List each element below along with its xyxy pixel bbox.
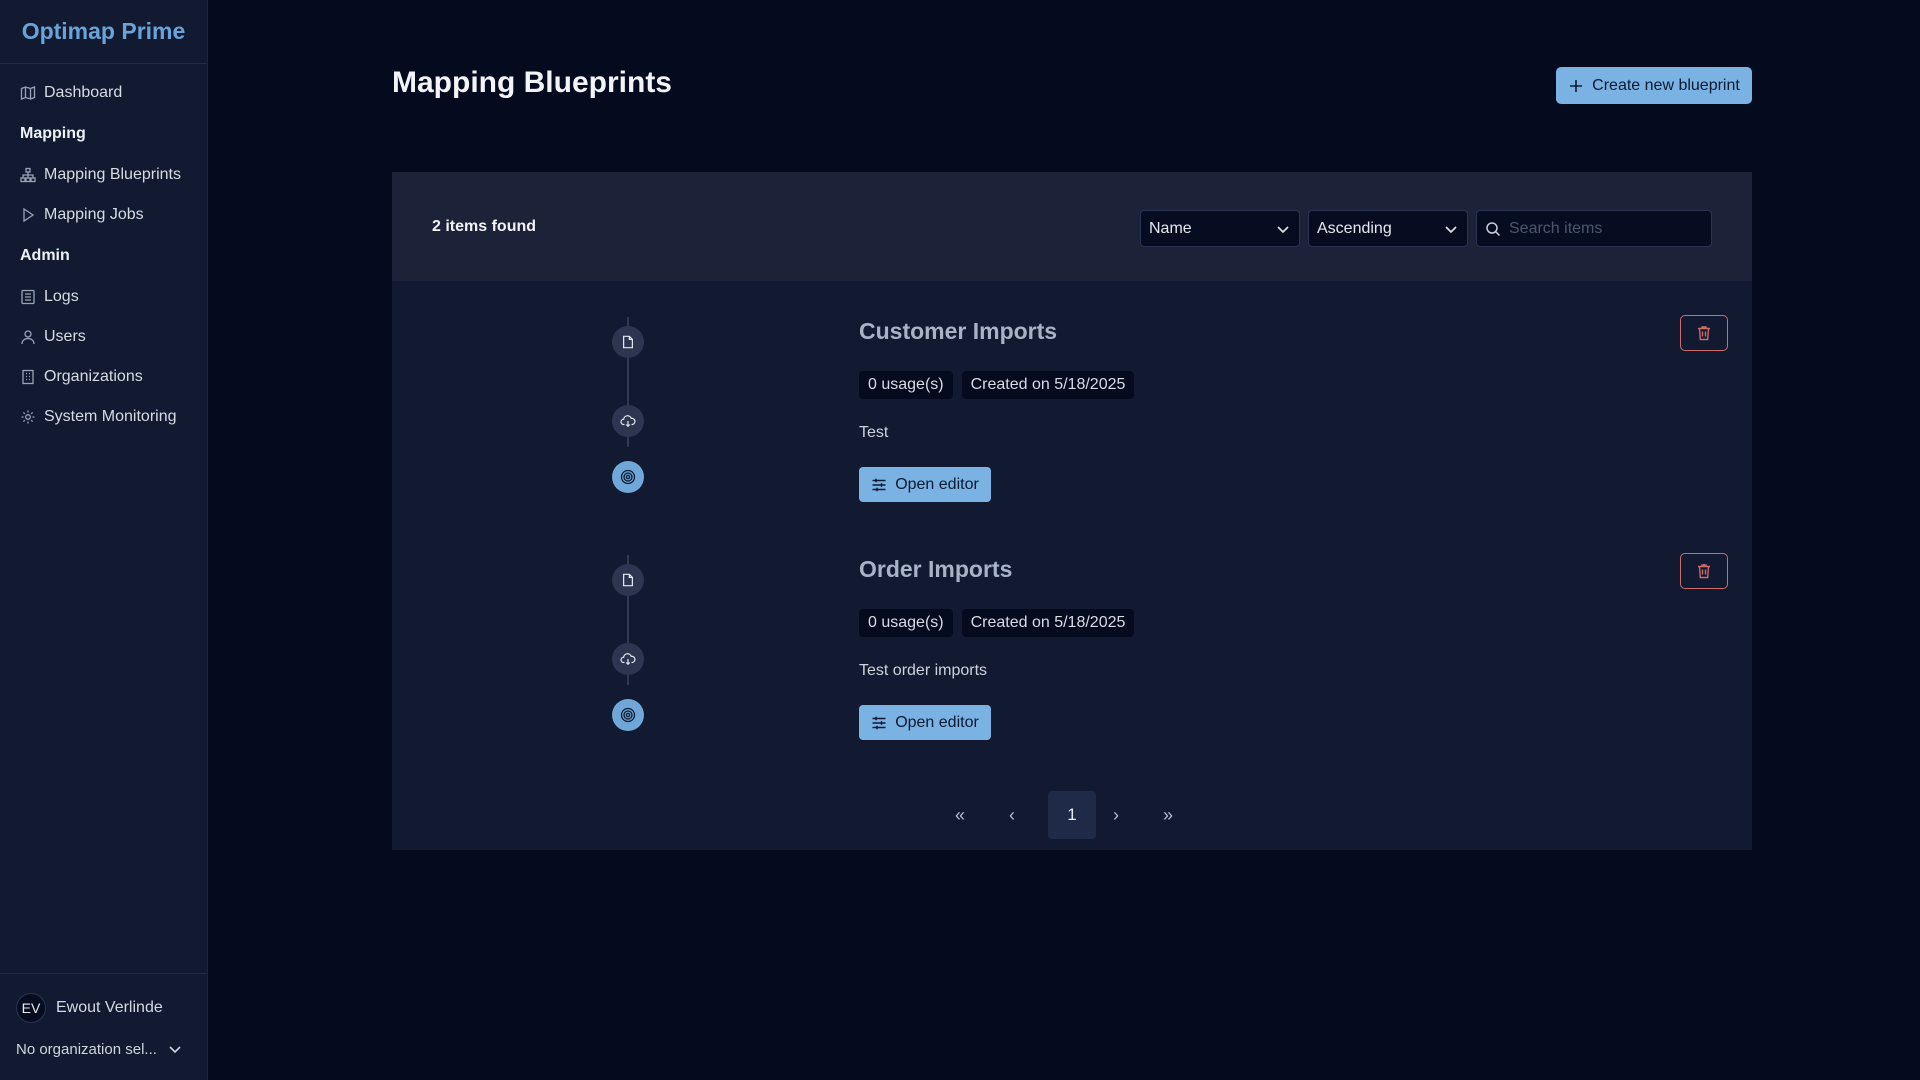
- list-item: Order Imports 0 usage(s) Created on 5/18…: [392, 519, 1752, 757]
- blueprint-description: Test: [859, 424, 889, 441]
- trash-icon: [1696, 325, 1712, 341]
- last-page-button[interactable]: »: [1144, 791, 1192, 839]
- building-icon: [20, 369, 36, 385]
- blueprints-panel: 2 items found Name Ascending Search item…: [392, 172, 1752, 850]
- play-icon: [20, 207, 36, 223]
- file-icon: [612, 326, 644, 358]
- page-title: Mapping Blueprints: [392, 66, 672, 99]
- sidebar-item-organizations[interactable]: Organizations: [0, 357, 207, 397]
- organization-label: No organization sel...: [16, 1040, 157, 1058]
- pagination: « ‹ 1 › »: [392, 791, 1752, 839]
- sort-field-select[interactable]: Name: [1140, 210, 1300, 247]
- sidebar-nav: Dashboard Mapping Mapping Blueprints Map…: [0, 64, 207, 437]
- next-page-button[interactable]: ›: [1092, 791, 1140, 839]
- blueprint-timeline: [612, 281, 644, 493]
- delete-button[interactable]: [1680, 553, 1728, 589]
- items-count: 2 items found: [432, 217, 537, 235]
- sort-order-value: Ascending: [1317, 219, 1392, 237]
- cloud-download-icon: [612, 643, 644, 675]
- sidebar-item-label: Organizations: [44, 368, 143, 385]
- gear-icon: [20, 409, 36, 425]
- sitemap-icon: [20, 167, 36, 183]
- delete-button[interactable]: [1680, 315, 1728, 351]
- sort-order-select[interactable]: Ascending: [1308, 210, 1468, 247]
- target-icon: [612, 461, 644, 493]
- list-icon: [20, 289, 36, 305]
- blueprint-title: Order Imports: [859, 556, 1013, 582]
- usage-badge: 0 usage(s): [859, 609, 953, 637]
- sidebar-item-mapping-blueprints[interactable]: Mapping Blueprints: [0, 155, 207, 195]
- chevron-down-icon: [1275, 221, 1291, 237]
- blueprint-description: Test order imports: [859, 662, 988, 679]
- sidebar-item-logs[interactable]: Logs: [0, 277, 207, 317]
- blueprint-meta: 0 usage(s) Created on 5/18/2025: [859, 609, 1143, 637]
- organization-select[interactable]: No organization sel...: [0, 1034, 207, 1064]
- sidebar-item-mapping-jobs[interactable]: Mapping Jobs: [0, 195, 207, 235]
- app-title[interactable]: Optimap Prime: [0, 0, 207, 64]
- sidebar: Optimap Prime Dashboard Mapping Mapping …: [0, 0, 208, 1080]
- search-icon: [1485, 221, 1501, 237]
- create-blueprint-button[interactable]: Create new blueprint: [1556, 67, 1752, 104]
- search-input[interactable]: [1509, 219, 1699, 238]
- user-icon: [20, 329, 36, 345]
- blueprint-meta: 0 usage(s) Created on 5/18/2025: [859, 371, 1143, 399]
- list-item: Customer Imports 0 usage(s) Created on 5…: [392, 281, 1752, 519]
- current-page-button[interactable]: 1: [1048, 791, 1096, 839]
- panel-toolbar: 2 items found Name Ascending: [392, 172, 1752, 281]
- sidebar-section-admin: Admin: [20, 247, 70, 264]
- target-icon: [612, 699, 644, 731]
- chevron-down-icon: [167, 1041, 183, 1057]
- user-profile[interactable]: EV Ewout Verlinde: [0, 988, 207, 1028]
- sidebar-item-label: Mapping Blueprints: [44, 166, 181, 183]
- sort-field-value: Name: [1149, 219, 1192, 237]
- open-editor-label: Open editor: [895, 713, 979, 731]
- sliders-icon: [871, 477, 887, 493]
- sidebar-footer: EV Ewout Verlinde No organization sel...: [0, 973, 207, 1080]
- avatar: EV: [16, 993, 46, 1023]
- create-blueprint-label: Create new blueprint: [1592, 76, 1740, 94]
- sidebar-item-label: Mapping Jobs: [44, 206, 144, 223]
- open-editor-label: Open editor: [895, 475, 979, 493]
- trash-icon: [1696, 563, 1712, 579]
- chevron-down-icon: [1443, 221, 1459, 237]
- open-editor-button[interactable]: Open editor: [859, 705, 991, 740]
- previous-page-button[interactable]: ‹: [988, 791, 1036, 839]
- search-box: [1476, 210, 1712, 247]
- blueprint-title: Customer Imports: [859, 318, 1058, 344]
- file-icon: [612, 564, 644, 596]
- user-name: Ewout Verlinde: [56, 999, 163, 1016]
- sidebar-item-label: System Monitoring: [44, 408, 177, 425]
- open-editor-button[interactable]: Open editor: [859, 467, 991, 502]
- created-badge: Created on 5/18/2025: [961, 609, 1135, 637]
- created-badge: Created on 5/18/2025: [961, 371, 1135, 399]
- map-icon: [20, 85, 36, 101]
- sidebar-item-label: Logs: [44, 288, 79, 305]
- sidebar-item-dashboard[interactable]: Dashboard: [0, 73, 207, 113]
- sliders-icon: [871, 715, 887, 731]
- usage-badge: 0 usage(s): [859, 371, 953, 399]
- blueprint-timeline: [612, 519, 644, 731]
- sidebar-item-system-monitoring[interactable]: System Monitoring: [0, 397, 207, 437]
- sidebar-item-label: Dashboard: [44, 84, 123, 101]
- sidebar-section-mapping: Mapping: [20, 125, 86, 142]
- cloud-download-icon: [612, 405, 644, 437]
- first-page-button[interactable]: «: [936, 791, 984, 839]
- plus-icon: [1568, 78, 1584, 94]
- sidebar-item-users[interactable]: Users: [0, 317, 207, 357]
- sidebar-item-label: Users: [44, 328, 86, 345]
